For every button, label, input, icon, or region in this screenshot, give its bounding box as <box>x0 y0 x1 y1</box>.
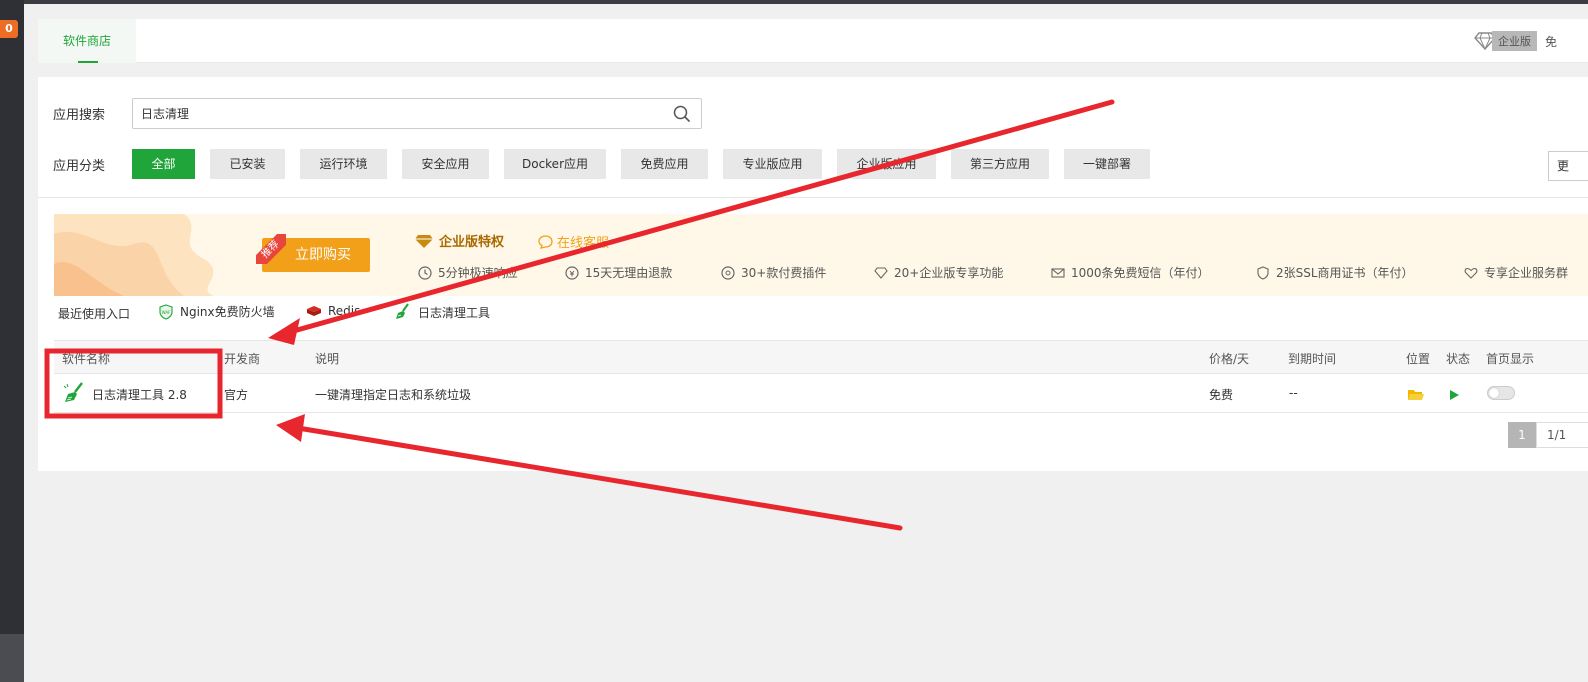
tab-bar: 软件商店 企业版 免 <box>38 19 1588 63</box>
tab-software-store[interactable]: 软件商店 <box>38 19 136 63</box>
homepage-display-toggle[interactable] <box>1487 386 1515 400</box>
left-sidebar-footer <box>0 634 24 682</box>
th-location: 位置 <box>1406 352 1431 366</box>
crown-icon <box>415 234 433 248</box>
feature-enterprise-functions: 20+企业版专享功能 <box>874 264 1003 281</box>
row-name[interactable]: 日志清理工具 2.8 <box>92 386 187 403</box>
chat-icon <box>538 234 553 249</box>
search-input[interactable] <box>133 99 653 128</box>
row-expire: -- <box>1289 386 1298 400</box>
page-current[interactable]: 1 <box>1508 422 1536 448</box>
software-store-panel: 应用搜索 应用分类 全部 已安装 运行环境 安全应用 Docker应用 免费应用… <box>38 77 1588 471</box>
top-strip <box>24 0 1588 4</box>
th-status: 状态 <box>1446 352 1471 366</box>
feature-service-group: 专享企业服务群 <box>1464 264 1568 281</box>
row-price: 免费 <box>1209 388 1234 402</box>
feature-text: 15天无理由退款 <box>585 266 673 280</box>
play-icon[interactable] <box>1448 389 1460 401</box>
feature-refund: 15天无理由退款 <box>565 264 672 281</box>
search-label: 应用搜索 <box>53 108 106 123</box>
th-developer: 开发商 <box>224 352 261 366</box>
category-one-click[interactable]: 一键部署 <box>1064 149 1150 179</box>
section-divider <box>38 197 1588 198</box>
software-table: 软件名称 开发商 说明 价格/天 到期时间 位置 状态 首页显示 日志清理工具 … <box>54 340 1588 413</box>
th-name: 软件名称 <box>62 352 111 366</box>
th-description: 说明 <box>315 352 340 366</box>
tab-software-store-label: 软件商店 <box>62 34 111 48</box>
category-docker[interactable]: Docker应用 <box>504 149 606 179</box>
recent-entries-label: 最近使用入口 <box>58 306 131 321</box>
category-runtime[interactable]: 运行环境 <box>300 149 387 179</box>
th-homepage: 首页显示 <box>1486 352 1535 366</box>
notification-badge[interactable]: 0 <box>0 20 18 38</box>
enterprise-edition-tag[interactable]: 企业版 免 <box>1474 31 1557 51</box>
svg-text:WAF: WAF <box>162 310 171 315</box>
online-service-link[interactable]: 在线客服 <box>538 232 609 251</box>
row-description: 一键清理指定日志和系统垃圾 <box>315 388 472 402</box>
clock-icon <box>418 265 432 280</box>
category-security[interactable]: 安全应用 <box>402 149 489 179</box>
table-header: 软件名称 开发商 说明 价格/天 到期时间 位置 状态 首页显示 <box>54 340 1588 374</box>
feature-text: 5分钟极速响应 <box>438 266 518 280</box>
recent-item-label: Redis <box>328 304 361 318</box>
ssl-shield-icon <box>1257 265 1269 280</box>
folder-icon[interactable] <box>1408 389 1424 401</box>
recent-item-redis[interactable]: Redis <box>306 303 360 319</box>
category-installed[interactable]: 已安装 <box>210 149 285 179</box>
category-label: 应用分类 <box>53 159 106 174</box>
feature-text: 30+款付费插件 <box>741 266 827 280</box>
pagination: 1 1/1 <box>1508 422 1588 448</box>
recent-entries: 最近使用入口 WAF Nginx免费防火墙 Redis 日志清理工具 <box>58 303 490 323</box>
search-box[interactable] <box>132 98 702 129</box>
recommend-tag-text: 推荐 <box>256 234 286 264</box>
search-icon[interactable] <box>673 105 691 123</box>
category-enterprise[interactable]: 企业版应用 <box>837 149 936 179</box>
toggle-knob <box>1489 388 1499 398</box>
feature-text: 20+企业版专享功能 <box>894 266 1004 280</box>
category-all[interactable]: 全部 <box>132 149 195 179</box>
feature-sms: 1000条免费短信（年付） <box>1051 264 1210 281</box>
th-expire: 到期时间 <box>1288 352 1337 366</box>
recent-item-nginx-waf[interactable]: WAF Nginx免费防火墙 <box>158 303 275 320</box>
feature-fast-response: 5分钟极速响应 <box>418 264 518 281</box>
redis-icon <box>307 306 321 316</box>
category-pro[interactable]: 专业版应用 <box>723 149 822 179</box>
table-row: 日志清理工具 2.8 官方 一键清理指定日志和系统垃圾 免费 -- <box>54 374 1588 413</box>
enterprise-label: 企业版 <box>1492 31 1537 51</box>
feature-ssl: 2张SSL商用证书（年付） <box>1256 264 1414 281</box>
row-developer: 官方 <box>224 388 249 402</box>
recommend-tag: 推荐 <box>256 234 286 264</box>
recent-item-label: 日志清理工具 <box>418 305 491 320</box>
gem-icon <box>874 266 888 279</box>
th-price[interactable]: 价格/天 <box>1209 350 1249 367</box>
category-free[interactable]: 免费应用 <box>621 149 708 179</box>
mail-icon <box>1051 267 1065 278</box>
waf-shield-icon: WAF <box>159 303 173 320</box>
tab-underline <box>78 61 98 63</box>
banner-decoration <box>54 214 214 296</box>
enterprise-privilege-title: 企业版特权 <box>415 231 504 250</box>
refund-icon <box>565 265 579 280</box>
feature-text: 1000条免费短信（年付） <box>1071 266 1210 280</box>
plugin-icon <box>721 265 735 280</box>
enterprise-privilege-label: 企业版特权 <box>439 235 505 250</box>
feature-text: 专享企业服务群 <box>1484 266 1569 280</box>
heart-icon <box>1464 267 1478 279</box>
left-sidebar: 0 <box>0 0 24 634</box>
log-cleaner-icon <box>63 382 83 402</box>
more-button[interactable]: 更 <box>1548 151 1588 181</box>
recent-item-log-cleaner[interactable]: 日志清理工具 <box>394 303 490 321</box>
category-third-party[interactable]: 第三方应用 <box>951 149 1049 179</box>
enterprise-banner: 立即购买 推荐 企业版特权 在线客服 5分钟极速响应 15天无理由退款 30+款… <box>54 214 1588 296</box>
recent-item-label: Nginx免费防火墙 <box>180 305 275 319</box>
page-info: 1/1 <box>1536 422 1588 448</box>
online-service-label: 在线客服 <box>557 236 610 251</box>
broom-icon <box>396 303 409 319</box>
feature-text: 2张SSL商用证书（年付） <box>1276 266 1414 280</box>
feature-plugins: 30+款付费插件 <box>721 264 826 281</box>
free-label[interactable]: 免 <box>1545 33 1557 50</box>
